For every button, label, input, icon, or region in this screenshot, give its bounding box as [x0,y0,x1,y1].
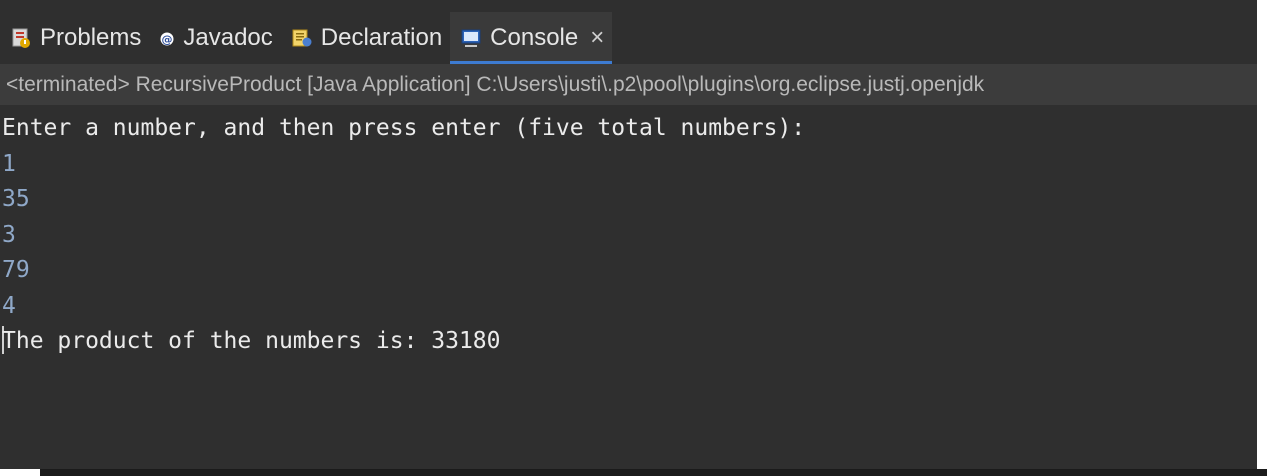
view-tab-bar: Problems @ Javadoc Declaration Console × [0,12,1257,65]
close-icon[interactable]: × [590,24,604,52]
console-icon [460,27,482,49]
tab-declaration[interactable]: Declaration [281,12,450,64]
tab-label: Problems [40,24,142,51]
window-bottom-edge [0,469,1267,476]
tab-problems[interactable]: Problems [0,12,149,64]
window-edge [1257,0,1267,476]
tab-console[interactable]: Console × [450,12,613,64]
tab-label: Declaration [320,24,443,51]
problems-icon [10,27,32,49]
tab-label: Javadoc [183,24,273,51]
console-result-line: The product of the numbers is: 33180 [2,324,1257,360]
console-prompt-line: Enter a number, and then press enter (fi… [2,115,806,141]
console-input-line: 1 [2,150,16,177]
javadoc-icon: @ [159,27,175,49]
console-output[interactable]: Enter a number, and then press enter (fi… [0,105,1257,469]
console-input-line: 79 [2,257,30,283]
tab-javadoc[interactable]: @ Javadoc [149,12,280,64]
result-text: The product of the numbers is: 33180 [2,328,501,354]
console-input-line: 4 [2,292,16,319]
declaration-icon [291,27,313,49]
console-input-line: 35 [2,186,30,212]
console-view: Problems @ Javadoc Declaration Console ×… [0,0,1257,469]
console-input-line: 3 [2,221,16,248]
launch-status-line: <terminated> RecursiveProduct [Java Appl… [0,65,1257,105]
svg-text:@: @ [162,33,173,46]
tab-label: Console [490,24,579,51]
